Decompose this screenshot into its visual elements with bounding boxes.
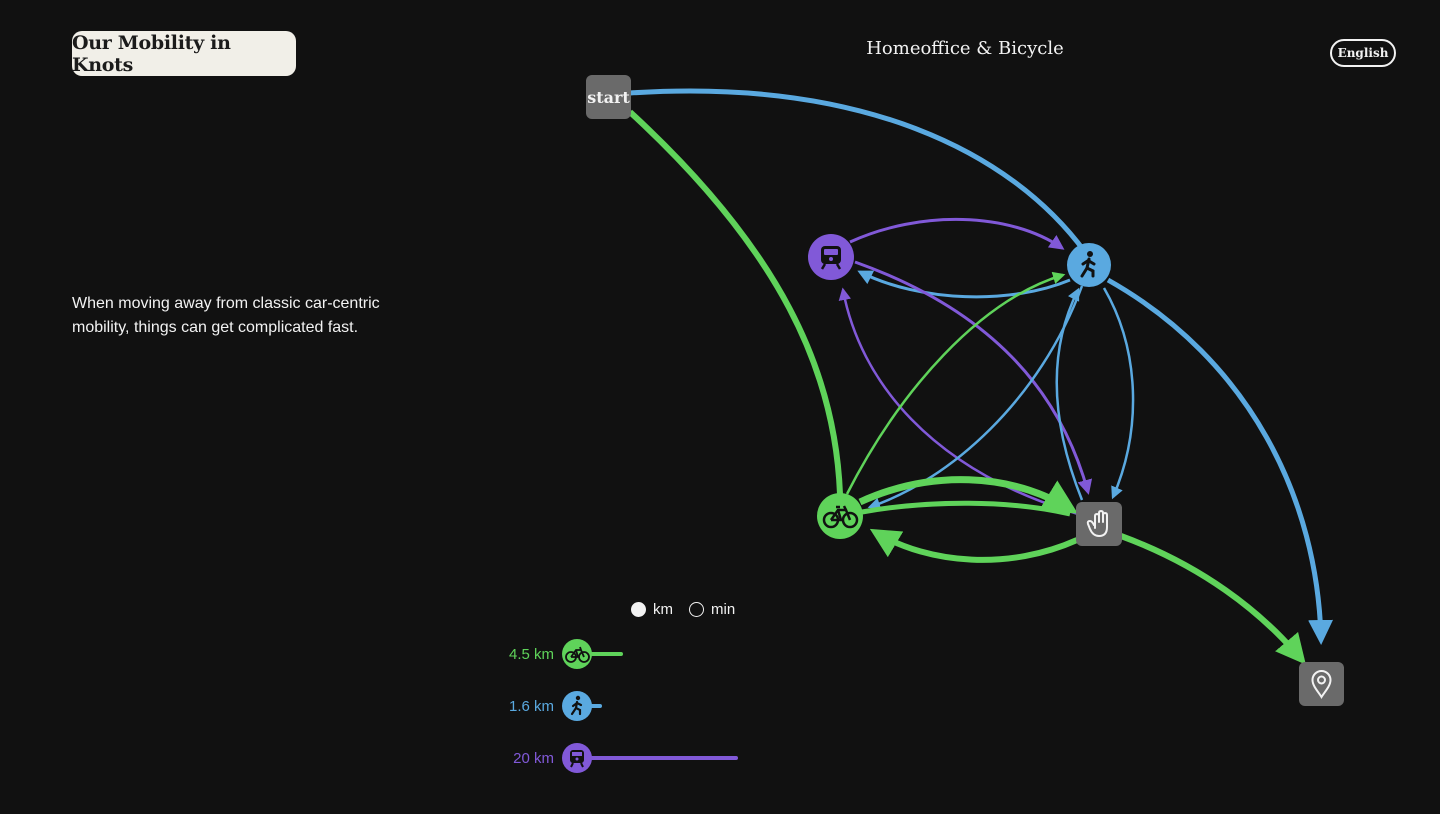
legend-row-bicycle: 4.5 km xyxy=(460,639,623,669)
legend-bar-walk xyxy=(590,704,602,708)
edge-stop-to-bicycle xyxy=(869,528,1079,563)
legend-value-walk: 1.6 km xyxy=(508,697,554,715)
node-start[interactable]: start xyxy=(586,75,631,119)
node-bicycle[interactable] xyxy=(817,493,863,539)
bicycle-icon xyxy=(562,639,592,669)
node-destination[interactable] xyxy=(1299,662,1344,706)
unit-option-min[interactable]: min xyxy=(689,601,735,618)
min-label: min xyxy=(711,600,736,618)
edge-stop-to-walk xyxy=(1055,287,1084,501)
diagram-edges xyxy=(627,88,1334,665)
legend-row-walk: 1.6 km xyxy=(460,691,602,721)
unit-toggle: km min xyxy=(631,599,743,619)
node-start-label: start xyxy=(587,88,630,107)
edge-walk-to-stop xyxy=(1102,287,1135,500)
unit-option-km[interactable]: km xyxy=(631,601,673,618)
legend-bar-transit xyxy=(590,756,738,760)
mobility-knot-diagram: start xyxy=(586,75,1344,706)
node-walk[interactable] xyxy=(1067,243,1111,287)
legend-value-transit: 20 km xyxy=(513,749,554,767)
edge-bicycle-to-stop-2 xyxy=(861,500,1071,517)
legend-row-transit: 20 km xyxy=(460,743,738,773)
edge-transit-to-walk xyxy=(849,218,1065,250)
walking-person-icon xyxy=(562,691,592,721)
train-icon xyxy=(562,743,592,773)
km-label: km xyxy=(653,600,673,618)
edge-start-to-bicycle xyxy=(627,109,843,495)
edge-walk-to-bicycle xyxy=(867,285,1084,510)
min-radio[interactable] xyxy=(689,601,704,617)
legend-value-bicycle: 4.5 km xyxy=(508,645,554,663)
legend-bar-bicycle xyxy=(590,652,623,656)
node-transit[interactable] xyxy=(808,234,854,280)
node-stop[interactable] xyxy=(1076,502,1122,546)
km-radio[interactable] xyxy=(631,601,646,617)
edge-stop-to-destination xyxy=(1119,533,1306,665)
